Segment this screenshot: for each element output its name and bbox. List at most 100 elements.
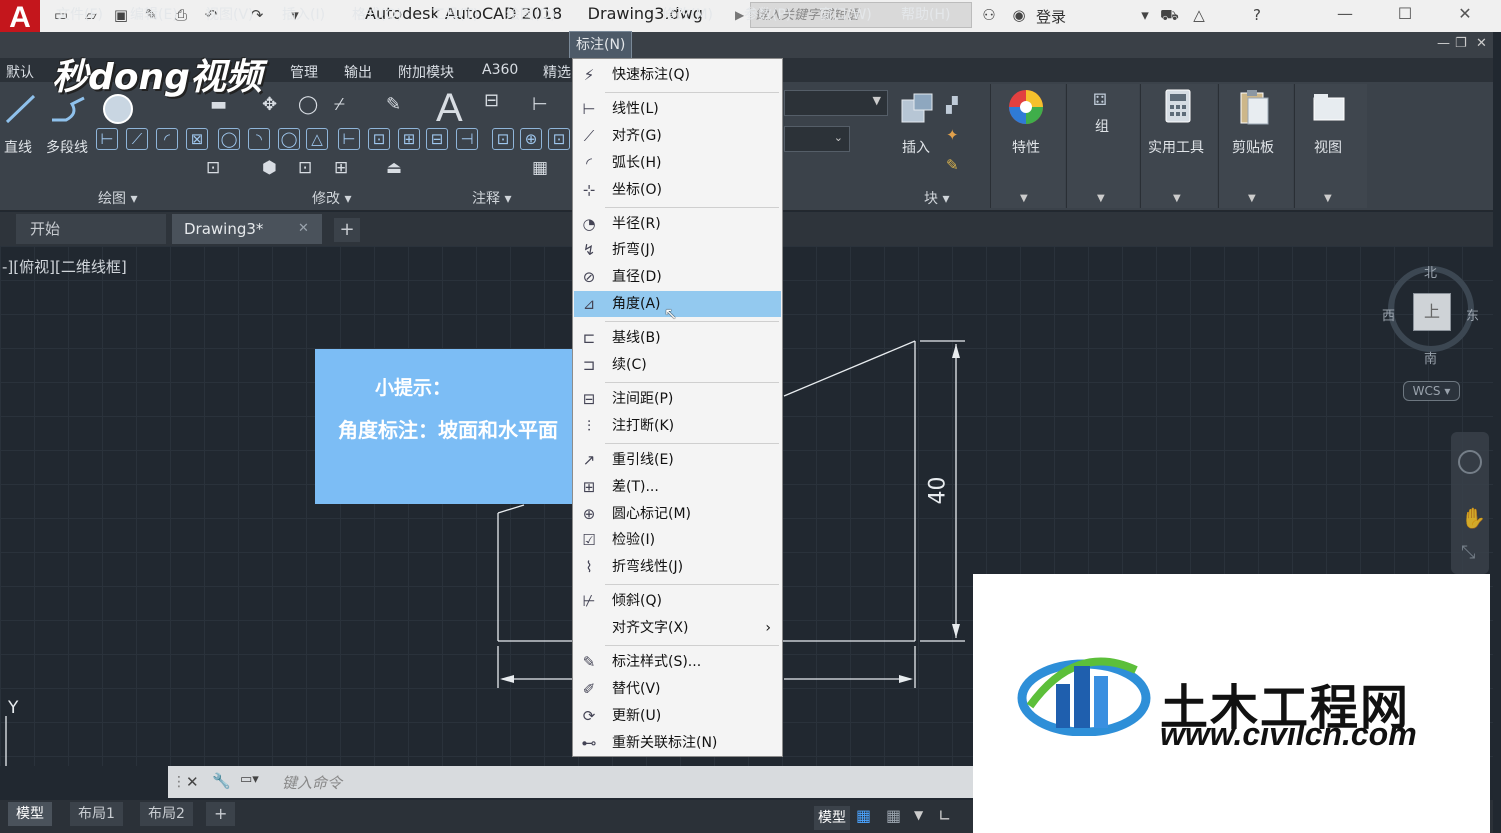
cmd-recent-icon[interactable]: ▭▾ — [240, 772, 270, 792]
dim-tool-icon[interactable]: ⊢ — [338, 128, 360, 150]
ribbon-tool-icon[interactable]: ✎ — [386, 94, 401, 115]
help-icon[interactable]: ? — [1248, 6, 1266, 24]
ribbon-tool-icon[interactable]: ⊢ — [532, 94, 548, 115]
create-block-icon[interactable]: ▞ — [946, 96, 958, 114]
login-dropdown-icon[interactable]: ▾ — [1136, 6, 1154, 24]
snap-dropdown-icon[interactable]: ▼ — [914, 808, 923, 822]
dim-menu-item-0[interactable]: ⚡ 快速标注(Q) — [574, 62, 781, 88]
tab-model[interactable]: 模型 — [8, 802, 52, 826]
compass-north[interactable]: 北 — [1424, 262, 1437, 281]
menu-8[interactable]: 修改(M) — [662, 4, 713, 24]
user-icon[interactable]: ◉ — [1010, 6, 1028, 24]
clipboard-expand-icon[interactable]: ▼ — [1248, 193, 1256, 204]
save-icon[interactable]: ▣ — [112, 6, 130, 24]
dim-menu-item-30[interactable]: ⊷ 重新关联标注(N) — [574, 730, 781, 756]
menu-6[interactable]: 绘图(D) — [506, 4, 556, 24]
model-space-button[interactable]: 模型 — [814, 806, 850, 830]
dim-tool-icon[interactable]: ◯ — [278, 128, 300, 150]
navigation-bar[interactable]: ✋ ⤡ — [1451, 432, 1489, 574]
grid-toggle-icon[interactable]: ▦ — [856, 806, 871, 825]
compass-east[interactable]: 东 — [1466, 305, 1479, 324]
cmd-customize-icon[interactable]: 🔧 — [212, 772, 231, 790]
dim-menu-item-25[interactable]: 对齐文字(X) › — [574, 615, 781, 641]
dim-tool-icon[interactable]: ⊞ — [398, 128, 420, 150]
close-icon[interactable]: ✕ — [1445, 2, 1485, 26]
ribbon-tool-icon[interactable]: ⊡ — [206, 158, 220, 178]
ribbon-tab-5[interactable]: 精选 — [543, 62, 571, 82]
dim-tool-icon[interactable]: ⊡ — [492, 128, 514, 150]
menu-7[interactable]: 标注(N) — [568, 31, 633, 59]
dim-tool-icon[interactable]: ⊣ — [456, 128, 478, 150]
ribbon-tool-icon[interactable]: ▦ — [532, 158, 548, 178]
dim-tool-icon[interactable]: ⊡ — [548, 128, 570, 150]
ribbon-tab-0[interactable]: 默认 — [6, 62, 34, 82]
ribbon-minimize-icon[interactable]: — — [1437, 36, 1450, 51]
dim-menu-item-29[interactable]: ⟳ 更新(U) — [574, 703, 781, 729]
edit-block-icon[interactable]: ✦ — [946, 126, 959, 144]
group-expand-icon[interactable]: ▼ — [1097, 193, 1105, 204]
tab-layout1[interactable]: 布局1 — [70, 802, 123, 826]
add-layout-icon[interactable]: + — [206, 802, 236, 826]
dim-menu-item-3[interactable]: ⟋ 对齐(G) — [574, 123, 781, 149]
dim-menu-item-5[interactable]: ⊹ 坐标(O) — [574, 177, 781, 203]
linetype-combo[interactable]: ⌄ — [784, 126, 850, 152]
dim-menu-item-15[interactable]: ⊟ 注间距(P) — [574, 386, 781, 412]
zoom-icon[interactable]: ⤡ — [1461, 542, 1475, 563]
search-expand-icon[interactable]: ▶ — [735, 8, 744, 22]
dim-tool-icon[interactable]: ◯ — [218, 128, 240, 150]
dim-menu-item-12[interactable]: ⊏ 基线(B) — [574, 325, 781, 351]
menu-2[interactable]: 视图(V) — [205, 4, 254, 24]
dim-tool-icon[interactable]: ◜ — [156, 128, 178, 150]
dim-menu-item-20[interactable]: ⊕ 圆心标记(M) — [574, 501, 781, 527]
dim-menu-item-2[interactable]: ⊢ 线性(L) — [574, 96, 781, 122]
layer-combo[interactable]: ▼ — [784, 90, 888, 116]
ribbon-tool-icon[interactable]: ⬢ — [262, 158, 277, 178]
dim-tool-icon[interactable]: △ — [306, 128, 328, 150]
cart-icon[interactable]: ⛟ — [1160, 6, 1179, 24]
insert-block-icon[interactable] — [898, 92, 936, 128]
properties-expand-icon[interactable]: ▼ — [1020, 193, 1028, 204]
steering-wheel-icon[interactable] — [1458, 450, 1482, 474]
ribbon-tab-4[interactable]: A360 — [482, 62, 518, 78]
polyline-tool-label[interactable]: 多段线 — [46, 137, 88, 157]
compass-west[interactable]: 西 — [1382, 305, 1395, 324]
ribbon-tool-icon[interactable]: ⊡ — [298, 158, 312, 178]
dim-tool-icon[interactable]: ⊕ — [520, 128, 542, 150]
maximize-icon[interactable]: ☐ — [1385, 2, 1425, 26]
view-expand-icon[interactable]: ▼ — [1324, 193, 1332, 204]
menu-5[interactable]: 工具(T) — [431, 4, 478, 24]
tab-start[interactable]: 开始 — [16, 214, 166, 244]
dim-menu-item-24[interactable]: ⊬ 倾斜(Q) — [574, 588, 781, 614]
menu-3[interactable]: 插入(I) — [282, 4, 325, 24]
dim-tool-icon[interactable]: ⊢ — [96, 128, 118, 150]
a360-icon[interactable]: △ — [1190, 6, 1208, 24]
menu-10[interactable]: 窗口(W) — [819, 4, 872, 24]
tab-layout2[interactable]: 布局2 — [140, 802, 193, 826]
compass-south[interactable]: 南 — [1424, 348, 1437, 367]
snap-toggle-icon[interactable]: ▦ — [886, 806, 901, 825]
block-attr-icon[interactable]: ✎ — [946, 156, 959, 174]
ribbon-tool-icon[interactable]: ✥ — [262, 94, 277, 115]
ortho-toggle-icon[interactable]: ∟ — [938, 806, 951, 825]
line-tool-icon[interactable] — [4, 92, 38, 126]
menu-4[interactable]: 格式(O) — [352, 4, 402, 24]
cmd-grip-icon[interactable]: ⋮ — [172, 774, 186, 790]
dim-menu-item-27[interactable]: ✎ 标注样式(S)... — [574, 649, 781, 675]
dim-tool-icon[interactable]: ⊡ — [368, 128, 390, 150]
dim-menu-item-16[interactable]: ⫶ 注打断(K) — [574, 413, 781, 439]
dim-menu-item-7[interactable]: ◔ 半径(R) — [574, 211, 781, 237]
menu-11[interactable]: 帮助(H) — [901, 4, 950, 24]
dim-menu-item-8[interactable]: ↯ 折弯(J) — [574, 237, 781, 263]
dim-menu-item-28[interactable]: ✐ 替代(V) — [574, 676, 781, 702]
ribbon-tool-icon[interactable]: ⌿ — [334, 94, 345, 115]
ribbon-tool-icon[interactable]: ⊟ — [484, 90, 499, 111]
dim-tool-icon[interactable]: ⟋ — [126, 128, 148, 150]
ribbon-restore-icon[interactable]: ❐ — [1455, 36, 1467, 51]
draw-panel-title[interactable]: 绘图 ▾ — [98, 188, 137, 208]
dim-menu-item-21[interactable]: ☑ 检验(I) — [574, 527, 781, 553]
ribbon-tool-icon[interactable]: ◯ — [298, 94, 318, 115]
menu-0[interactable]: 文件(F) — [56, 4, 103, 24]
ribbon-tab-3[interactable]: 附加模块 — [398, 62, 454, 82]
ribbon-tool-icon[interactable]: ⏏ — [386, 158, 402, 178]
binoculars-icon[interactable]: ⚇ — [980, 6, 998, 24]
